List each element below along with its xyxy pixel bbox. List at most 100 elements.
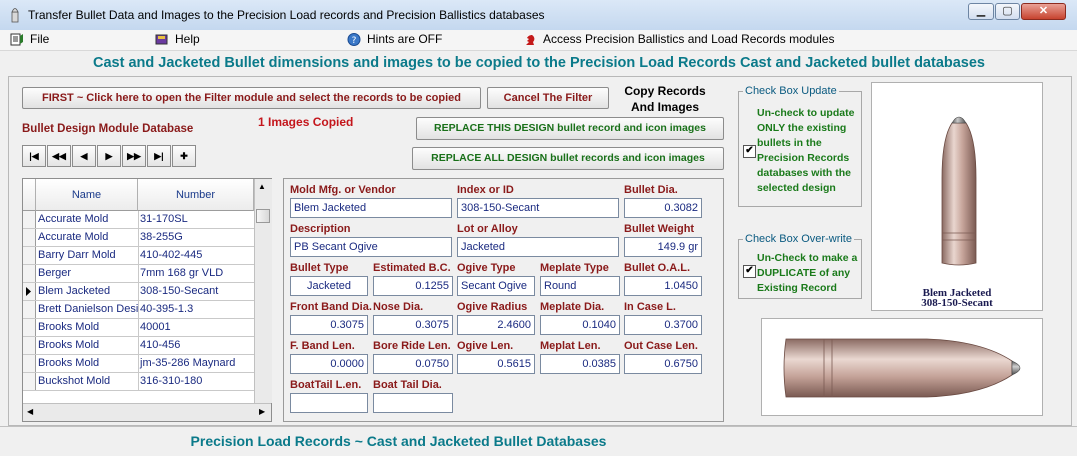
fband-len-field[interactable]: 0.0000 — [290, 354, 368, 374]
nav-prev-page-button[interactable]: ◀◀ — [47, 145, 71, 167]
vertical-scrollbar[interactable]: ▲ — [254, 179, 272, 403]
ogive-len-field[interactable]: 0.5615 — [457, 354, 535, 374]
bore-ride-len-field[interactable]: 0.0750 — [373, 354, 453, 374]
bullet-oal-field[interactable]: 1.0450 — [624, 276, 702, 296]
minimize-button[interactable]: ▁ — [968, 3, 994, 20]
out-case-len-field[interactable]: 0.6750 — [624, 354, 702, 374]
cell-name[interactable]: Barry Darr Mold — [36, 247, 139, 264]
cell-number[interactable]: jm-35-286 Maynard — [138, 355, 250, 372]
make-duplicate-checkbox[interactable]: ✔ — [743, 265, 756, 278]
bullet-type-field[interactable]: Jacketed — [290, 276, 368, 296]
bullet-type-label: Bullet Type — [290, 262, 349, 274]
row-indicator[interactable] — [23, 265, 36, 282]
cell-name[interactable]: Blem Jacketed — [36, 283, 139, 300]
cell-name[interactable]: Accurate Mold — [36, 229, 139, 246]
cell-number[interactable]: 410-456 — [138, 337, 250, 354]
cell-name[interactable]: Berger — [36, 265, 139, 282]
boattail-dia-field[interactable] — [373, 393, 453, 413]
copy-records-button[interactable]: Copy Records And Images — [615, 83, 715, 115]
images-copied-status: 1 Images Copied — [258, 115, 354, 129]
column-header-number[interactable]: Number — [138, 179, 254, 211]
nav-add-button[interactable]: ✚ — [172, 145, 196, 167]
row-indicator[interactable] — [23, 283, 36, 300]
meplat-len-label: Meplat Len. — [540, 340, 601, 352]
row-indicator[interactable] — [23, 301, 36, 318]
ogive-radius-field[interactable]: 2.4600 — [457, 315, 535, 335]
meplate-dia-field[interactable]: 0.1040 — [540, 315, 620, 335]
table-row[interactable]: Brooks Mold 410-456 — [23, 337, 254, 355]
check-box-overwrite-group: Check Box Over-write ✔ Un-Check to make … — [738, 233, 862, 299]
front-band-dia-field[interactable]: 0.3075 — [290, 315, 368, 335]
cell-name[interactable]: Brooks Mold — [36, 319, 139, 336]
meplat-len-field[interactable]: 0.0385 — [540, 354, 620, 374]
cell-name[interactable]: Brooks Mold — [36, 337, 139, 354]
table-row[interactable]: Buckshot Mold 316-310-180 — [23, 373, 254, 391]
open-filter-button[interactable]: FIRST ~ Click here to open the Filter mo… — [22, 87, 481, 109]
nav-last-button[interactable]: ▶| — [147, 145, 171, 167]
nav-prev-button[interactable]: ◀ — [72, 145, 96, 167]
maximize-button[interactable]: ▢ — [995, 3, 1020, 20]
scroll-up-icon[interactable]: ▲ — [258, 182, 266, 191]
meplate-type-field[interactable]: Round — [540, 276, 620, 296]
table-row[interactable]: Berger 7mm 168 gr VLD — [23, 265, 254, 283]
row-indicator[interactable] — [23, 337, 36, 354]
cell-number[interactable]: 38-255G — [138, 229, 250, 246]
column-header-name[interactable]: Name — [36, 179, 138, 211]
bullet-records-grid[interactable]: Name Number Accurate Mold 31-170SL Accurat… — [22, 178, 272, 422]
cell-number[interactable]: 7mm 168 gr VLD — [138, 265, 250, 282]
description-field[interactable]: PB Secant Ogive — [290, 237, 452, 257]
nav-next-button[interactable]: ▶ — [97, 145, 121, 167]
row-indicator[interactable] — [23, 355, 36, 372]
replace-this-design-button[interactable]: REPLACE THIS DESIGN bullet record and ic… — [416, 117, 724, 140]
cell-name[interactable]: Buckshot Mold — [36, 373, 139, 390]
bullet-weight-field[interactable]: 149.9 gr — [624, 237, 702, 257]
lot-alloy-field[interactable]: Jacketed — [457, 237, 619, 257]
cell-number[interactable]: 410-402-445 — [138, 247, 250, 264]
estimated-bc-field[interactable]: 0.1255 — [373, 276, 453, 296]
cell-number[interactable]: 40001 — [138, 319, 250, 336]
mold-vendor-label: Mold Mfg. or Vendor — [290, 184, 396, 196]
scroll-right-icon[interactable]: ▶ — [259, 407, 265, 416]
horizontal-scrollbar[interactable]: ◀ ▶ — [23, 403, 271, 421]
menu-help[interactable]: Help — [155, 32, 200, 46]
cell-name[interactable]: Accurate Mold — [36, 211, 139, 228]
nav-first-button[interactable]: |◀ — [22, 145, 46, 167]
menu-file[interactable]: File — [10, 32, 49, 46]
ogive-type-field[interactable]: Secant Ogive — [457, 276, 535, 296]
cell-number[interactable]: 31-170SL — [138, 211, 250, 228]
cell-name[interactable]: Brett Danielson Design — [36, 301, 139, 318]
cell-number[interactable]: 40-395-1.3 — [138, 301, 250, 318]
replace-all-designs-button[interactable]: REPLACE ALL DESIGN bullet records and ic… — [412, 147, 724, 170]
table-row[interactable]: Accurate Mold 31-170SL — [23, 211, 254, 229]
boattail-len-field[interactable] — [290, 393, 368, 413]
mold-vendor-field[interactable]: Blem Jacketed — [290, 198, 452, 218]
row-indicator[interactable] — [23, 319, 36, 336]
scroll-left-icon[interactable]: ◀ — [27, 407, 33, 416]
table-row[interactable]: Brooks Mold jm-35-286 Maynard — [23, 355, 254, 373]
bullet-weight-label: Bullet Weight — [624, 223, 695, 235]
row-indicator[interactable] — [23, 247, 36, 264]
table-row[interactable]: Blem Jacketed 308-150-Secant — [23, 283, 254, 301]
nav-next-page-button[interactable]: ▶▶ — [122, 145, 146, 167]
last-record-icon: ▶| — [154, 151, 164, 161]
cancel-filter-button[interactable]: Cancel The Filter — [487, 87, 609, 109]
nose-dia-field[interactable]: 0.3075 — [373, 315, 453, 335]
update-only-existing-checkbox[interactable]: ✔ — [743, 145, 756, 158]
cell-name[interactable]: Brooks Mold — [36, 355, 139, 372]
table-row[interactable]: Brooks Mold 40001 — [23, 319, 254, 337]
vertical-scroll-thumb[interactable] — [256, 209, 270, 223]
row-indicator[interactable] — [23, 373, 36, 390]
in-case-field[interactable]: 0.3700 — [624, 315, 702, 335]
table-row[interactable]: Brett Danielson Design40-395-1.3 — [23, 301, 254, 319]
row-indicator[interactable] — [23, 211, 36, 228]
cell-number[interactable]: 308-150-Secant — [138, 283, 250, 300]
table-row[interactable]: Accurate Mold 38-255G — [23, 229, 254, 247]
row-indicator[interactable] — [23, 229, 36, 246]
bullet-dia-field[interactable]: 0.3082 — [624, 198, 702, 218]
index-id-field[interactable]: 308-150-Secant — [457, 198, 619, 218]
close-button[interactable]: ✕ — [1021, 3, 1066, 20]
menu-access-modules[interactable]: Access Precision Ballistics and Load Rec… — [523, 32, 834, 46]
table-row[interactable]: Barry Darr Mold 410-402-445 — [23, 247, 254, 265]
cell-number[interactable]: 316-310-180 — [138, 373, 250, 390]
menu-hints[interactable]: ? Hints are OFF — [347, 32, 442, 47]
